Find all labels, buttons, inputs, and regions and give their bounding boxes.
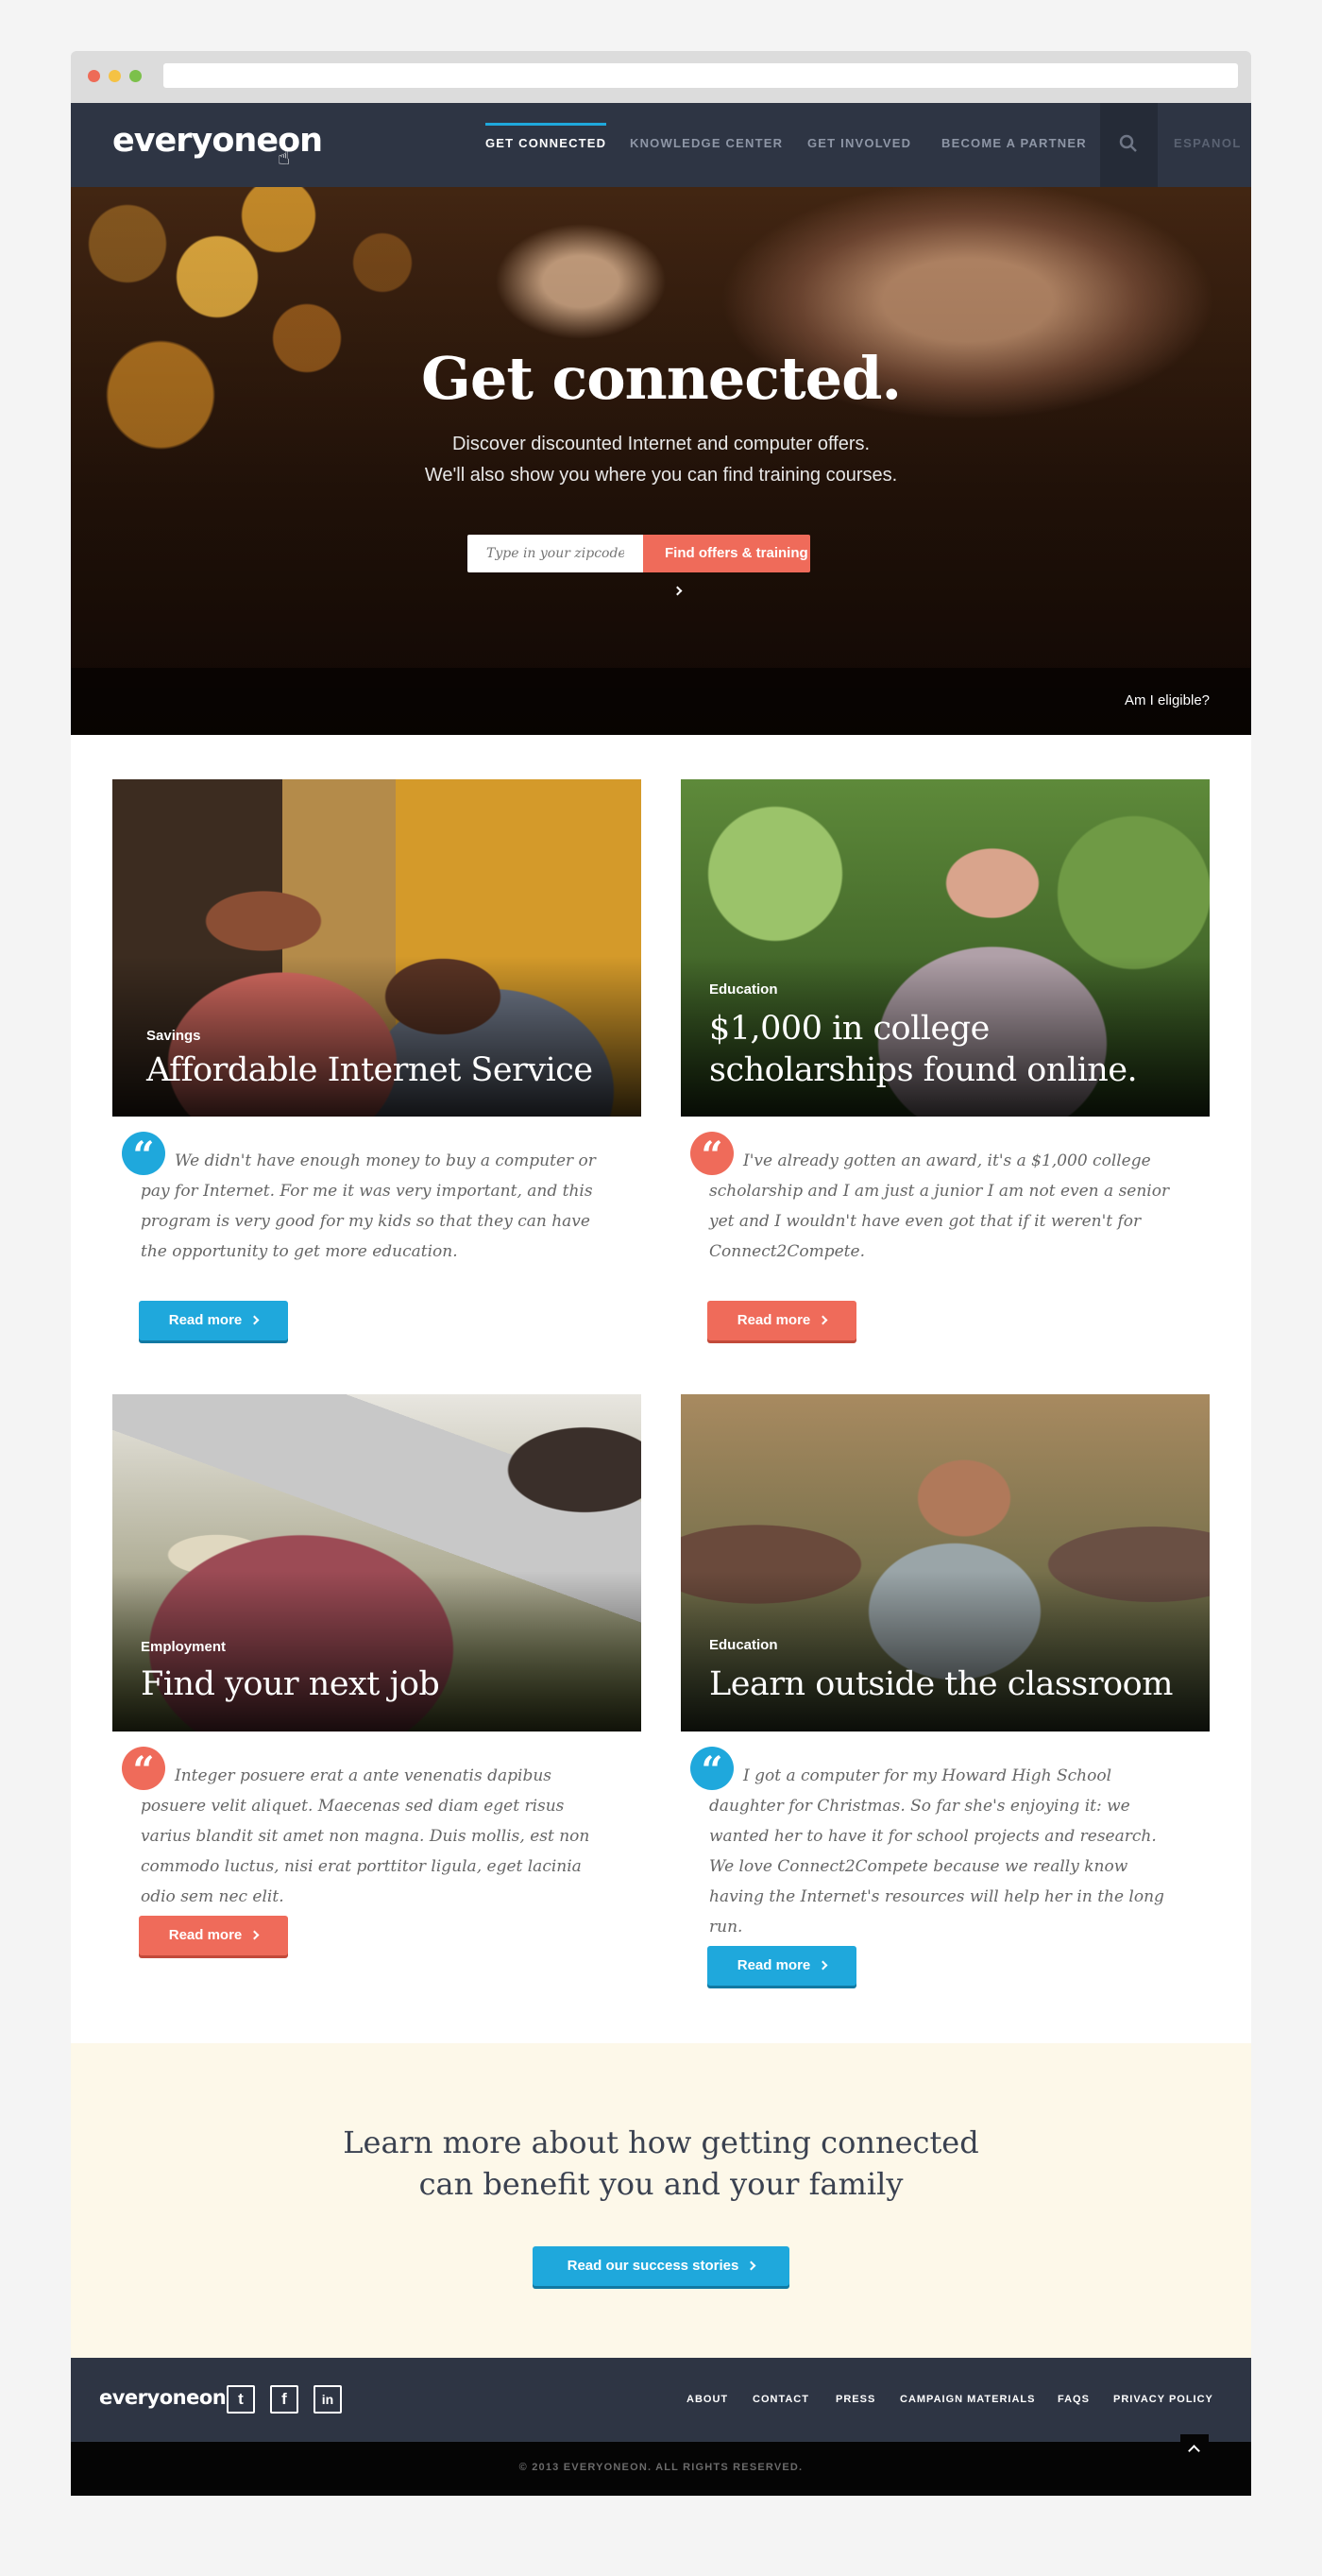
footer-link-contact[interactable]: CONTACT xyxy=(753,2394,809,2405)
browser-chrome xyxy=(71,51,1251,103)
footer-link-campaign-materials[interactable]: CAMPAIGN MATERIALS xyxy=(900,2394,1035,2405)
hero-bottom-bar: Am I eligible? xyxy=(71,668,1251,735)
logo[interactable]: everyoneon xyxy=(112,122,323,160)
cta-heading-line-2: can benefit you and your family xyxy=(418,2166,904,2202)
story-quote: We didn't have enough money to buy a com… xyxy=(141,1152,596,1261)
top-nav: everyoneon ☝ GET CONNECTED KNOWLEDGE CEN… xyxy=(71,103,1251,187)
story-category: Education xyxy=(709,981,778,998)
cta-heading-line-1: Learn more about how getting connected xyxy=(343,2124,979,2160)
find-offers-label: Find offers & training xyxy=(665,545,808,561)
story-category: Savings xyxy=(146,1028,201,1044)
copyright: © 2013 EVERYONEON. ALL RIGHTS RESERVED. xyxy=(518,2462,804,2473)
read-more-label: Read more xyxy=(168,1927,243,1943)
eligibility-link[interactable]: Am I eligible? xyxy=(1125,692,1210,708)
cta-section: Learn more about how getting connected c… xyxy=(71,2043,1251,2358)
read-more-button[interactable]: Read more xyxy=(707,1301,856,1340)
story-title[interactable]: $1,000 in college scholarships found onl… xyxy=(709,1008,1181,1091)
minimize-window-icon[interactable] xyxy=(109,70,121,82)
hero-subtitle-1: Discover discounted Internet and compute… xyxy=(451,434,871,454)
linkedin-icon[interactable]: in xyxy=(314,2385,342,2414)
read-more-label: Read more xyxy=(737,1312,811,1328)
chevron-right-icon xyxy=(672,586,683,596)
twitter-icon[interactable]: t xyxy=(227,2385,255,2414)
chevron-right-icon xyxy=(249,1315,260,1325)
close-window-icon[interactable] xyxy=(88,70,100,82)
read-more-button[interactable]: Read more xyxy=(707,1946,856,1986)
hero-subtitle-2: We'll also show you where you can find t… xyxy=(424,465,898,486)
success-stories-label: Read our success stories xyxy=(567,2258,739,2274)
find-offers-button[interactable]: Find offers & training xyxy=(643,535,810,596)
story-quote: I've already gotten an award, it's a $1,… xyxy=(709,1152,1170,1261)
footer-logo[interactable]: everyoneon xyxy=(99,2386,227,2409)
story-category: Education xyxy=(709,1637,778,1653)
page: everyoneon ☝ GET CONNECTED KNOWLEDGE CEN… xyxy=(71,103,1251,2496)
footer-bottom-bar: © 2013 EVERYONEON. ALL RIGHTS RESERVED. xyxy=(71,2434,1251,2496)
read-more-button[interactable]: Read more xyxy=(139,1916,288,1955)
story-title[interactable]: Learn outside the classroom xyxy=(709,1663,1181,1705)
nav-become-a-partner[interactable]: BECOME A PARTNER xyxy=(941,136,1087,150)
language-switch[interactable]: ESPANOL xyxy=(1174,136,1242,150)
nav-get-connected[interactable]: GET CONNECTED xyxy=(485,123,607,150)
chevron-right-icon xyxy=(249,1930,260,1940)
address-bar[interactable] xyxy=(163,63,1238,88)
story-title[interactable]: Find your next job xyxy=(141,1663,613,1705)
footer-link-privacy-policy[interactable]: PRIVACY POLICY xyxy=(1113,2394,1213,2405)
hero: Get connected. Discover discounted Inter… xyxy=(71,187,1251,735)
pointer-hand-icon: ☝ xyxy=(278,145,291,169)
zipcode-input[interactable] xyxy=(467,535,643,572)
footer-link-faqs[interactable]: FAQS xyxy=(1058,2394,1090,2405)
story-quote: Integer posuere erat a ante venenatis da… xyxy=(141,1766,590,1906)
chevron-up-icon xyxy=(1188,2445,1200,2457)
nav-knowledge-center[interactable]: KNOWLEDGE CENTER xyxy=(630,136,783,150)
search-button[interactable] xyxy=(1100,103,1158,187)
maximize-window-icon[interactable] xyxy=(129,70,142,82)
story-quote: I got a computer for my Howard High Scho… xyxy=(709,1766,1164,1936)
chevron-right-icon xyxy=(746,2260,756,2271)
search-icon xyxy=(1119,134,1137,152)
story-category: Employment xyxy=(141,1639,227,1655)
read-more-label: Read more xyxy=(737,1957,811,1973)
facebook-icon[interactable]: f xyxy=(270,2385,298,2414)
hero-title: Get connected. xyxy=(420,344,902,413)
back-to-top-button[interactable] xyxy=(1180,2434,1209,2463)
read-more-label: Read more xyxy=(168,1312,243,1328)
chevron-right-icon xyxy=(818,1960,828,1970)
chevron-right-icon xyxy=(818,1315,828,1325)
footer-link-about[interactable]: ABOUT xyxy=(686,2394,728,2405)
success-stories-button[interactable]: Read our success stories xyxy=(533,2246,789,2286)
read-more-button[interactable]: Read more xyxy=(139,1301,288,1340)
footer-link-press[interactable]: PRESS xyxy=(836,2394,875,2405)
nav-get-involved[interactable]: GET INVOLVED xyxy=(807,136,911,150)
story-title[interactable]: Affordable Internet Service xyxy=(146,1049,619,1091)
footer: everyoneon t f in ABOUT CONTACT PRESS CA… xyxy=(71,2358,1251,2442)
